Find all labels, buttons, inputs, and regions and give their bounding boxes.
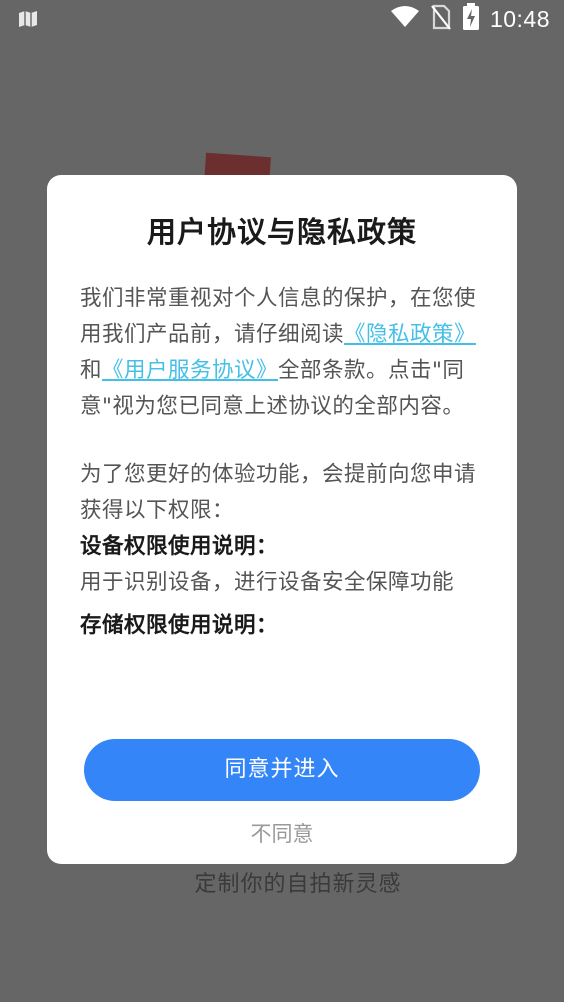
permission-intro: 为了您更好的体验功能，会提前向您申请获得以下权限： xyxy=(80,462,477,523)
dialog-body-scroll[interactable]: 我们非常重视对个人信息的保护，在您使用我们产品前，请仔细阅读《隐私政策》和《用户… xyxy=(80,281,480,689)
agree-and-enter-button[interactable]: 同意并进入 xyxy=(84,739,480,801)
permission-desc-device: 用于识别设备，进行设备安全保障功能 xyxy=(80,570,455,595)
dialog-title: 用户协议与隐私政策 xyxy=(146,215,417,249)
permission-heading-storage: 存储权限使用说明： xyxy=(80,613,279,638)
and-text: 和 xyxy=(80,358,103,383)
no-sim-icon xyxy=(430,4,452,34)
privacy-policy-link[interactable]: 《隐私政策》 xyxy=(344,322,476,347)
battery-charging-icon xyxy=(462,3,480,35)
agreement-dialog: 用户协议与隐私政策 我们非常重视对个人信息的保护，在您使用我们产品前，请仔细阅读… xyxy=(47,175,517,864)
scroll-fade xyxy=(47,663,517,693)
disagree-button[interactable]: 不同意 xyxy=(47,818,517,848)
background-tagline: 定制你的自拍新灵感 xyxy=(194,872,402,897)
status-icons: 10:48 xyxy=(390,3,550,35)
user-service-agreement-link[interactable]: 《用户服务协议》 xyxy=(102,358,278,383)
permission-heading-device: 设备权限使用说明： xyxy=(80,534,279,559)
status-time: 10:48 xyxy=(489,5,550,32)
status-bar: 10:48 xyxy=(0,0,564,38)
wifi-icon xyxy=(390,5,420,33)
map-icon xyxy=(18,10,38,28)
intro-paragraph: 我们非常重视对个人信息的保护，在您使用我们产品前，请仔细阅读《隐私政策》和《用户… xyxy=(80,281,480,425)
